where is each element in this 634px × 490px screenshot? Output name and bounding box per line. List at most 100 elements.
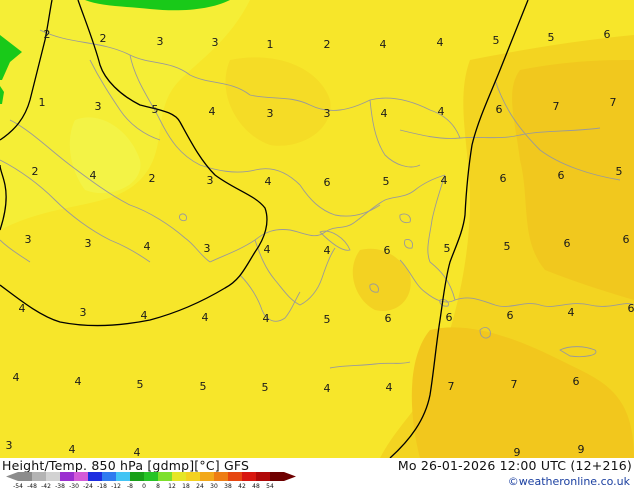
- temperature-label: 4: [324, 244, 331, 257]
- temperature-label: 4: [75, 375, 82, 388]
- temperature-label: 7: [511, 378, 518, 391]
- scale-tick-label: -38: [55, 483, 65, 490]
- temperature-label: 4: [13, 371, 20, 384]
- scale-swatch: [46, 472, 60, 481]
- scale-tick-label: 38: [224, 483, 232, 490]
- scale-tick-label: 24: [196, 483, 204, 490]
- temperature-label: 6: [558, 169, 565, 182]
- temperature-label: 4: [202, 311, 209, 324]
- temperature-label: 3: [157, 35, 164, 48]
- temperature-label: 2: [44, 28, 51, 41]
- scale-swatch: [200, 472, 214, 481]
- scale-tick-label: -18: [97, 483, 107, 490]
- scale-swatch: [214, 472, 228, 481]
- temperature-label: 3: [212, 36, 219, 49]
- temperature-label: 3: [324, 107, 331, 120]
- temperature-label: 6: [507, 309, 514, 322]
- temperature-label: 4: [381, 107, 388, 120]
- temperature-label: 1: [267, 38, 274, 51]
- temperature-label: 6: [564, 237, 571, 250]
- scale-swatch: [60, 472, 74, 481]
- temperature-label: 4: [568, 306, 575, 319]
- temperature-label: 3: [267, 107, 274, 120]
- temperature-label: 4: [90, 169, 97, 182]
- scale-swatch: [32, 472, 46, 481]
- temperature-label: 2: [32, 165, 39, 178]
- scale-arrow-left: [6, 472, 18, 481]
- scale-tick-label: 0: [142, 483, 146, 490]
- temperature-label: 5: [616, 165, 623, 178]
- temperature-label: 5: [137, 378, 144, 391]
- credit-link[interactable]: ©weatheronline.co.uk: [508, 475, 630, 488]
- temperature-label: 1: [39, 96, 46, 109]
- temperature-label: 6: [446, 311, 453, 324]
- scale-tick-label: 54: [266, 483, 274, 490]
- temperature-label: 5: [152, 103, 159, 116]
- temperature-label: 2: [100, 32, 107, 45]
- scale-tick-label: 18: [182, 483, 190, 490]
- temperature-label: 5: [444, 242, 451, 255]
- temperature-label: 4: [264, 243, 271, 256]
- temperature-label: 5: [262, 381, 269, 394]
- scale-tick-label: 48: [252, 483, 260, 490]
- temperature-label: 9: [578, 443, 585, 456]
- temperature-label: 4: [386, 381, 393, 394]
- scale-tick-label: -12: [111, 483, 121, 490]
- temperature-label: 5: [504, 240, 511, 253]
- scale-swatch: [102, 472, 116, 481]
- temperature-label: 9: [514, 446, 521, 458]
- scale-swatch: [158, 472, 172, 481]
- temperature-label: 4: [69, 443, 76, 456]
- temperature-label: 3: [80, 306, 87, 319]
- temperature-label: 5: [200, 380, 207, 393]
- scale-swatch: [256, 472, 270, 481]
- scale-tick-label: 30: [210, 483, 218, 490]
- temperature-label: 4: [441, 174, 448, 187]
- scale-swatch: [130, 472, 144, 481]
- temperature-label: 4: [438, 105, 445, 118]
- scale-swatch: [172, 472, 186, 481]
- temperature-label: 6: [385, 312, 392, 325]
- scale-swatch: [18, 472, 32, 481]
- temperature-label: 6: [384, 244, 391, 257]
- scale-swatch: [88, 472, 102, 481]
- temperature-label: 3: [95, 100, 102, 113]
- scale-tick-label: -30: [69, 483, 79, 490]
- temperature-label: 2: [324, 38, 331, 51]
- temperature-label: 2: [149, 172, 156, 185]
- scale-arrow-right: [284, 472, 296, 481]
- temperature-label: 4: [209, 105, 216, 118]
- map-title: Height/Temp. 850 hPa [gdmp][°C] GFS: [2, 458, 250, 473]
- temperature-label: 4: [19, 302, 26, 315]
- scale-swatch: [228, 472, 242, 481]
- color-scale-legend: -54 -48 -42 -38 -30 -24 -18 -12 -8 0 8 12 18 24 30 38 42…: [6, 472, 296, 490]
- temperature-label: 7: [610, 96, 617, 109]
- temperature-label: 4: [437, 36, 444, 49]
- temperature-label: 3: [6, 439, 13, 452]
- temperature-label: 4: [265, 175, 272, 188]
- scale-tick-label: -8: [127, 483, 133, 490]
- temperature-label: 4: [141, 309, 148, 322]
- temperature-label: 5: [324, 313, 331, 326]
- temperature-label: 3: [204, 242, 211, 255]
- temperature-label: 5: [548, 31, 555, 44]
- scale-tick-label: -54: [13, 483, 23, 490]
- scale-swatch: [242, 472, 256, 481]
- temperature-label: 6: [496, 103, 503, 116]
- scale-swatch: [186, 472, 200, 481]
- scale-tick-label: 42: [238, 483, 246, 490]
- scale-tick-label: -48: [27, 483, 37, 490]
- scale-tick-label: 12: [168, 483, 176, 490]
- temperature-label: 6: [573, 375, 580, 388]
- temperature-label: 5: [383, 175, 390, 188]
- temperature-label: 7: [553, 100, 560, 113]
- temperature-label: 6: [324, 176, 331, 189]
- scale-swatch: [270, 472, 284, 481]
- temperature-label: 7: [448, 380, 455, 393]
- scale-swatch: [144, 472, 158, 481]
- scale-tick-label: 8: [156, 483, 160, 490]
- map-footer: Height/Temp. 850 hPa [gdmp][°C] GFS Mo 2…: [0, 458, 634, 490]
- forecast-datetime: Mo 26-01-2026 12:00 UTC (12+216): [397, 458, 632, 473]
- temperature-label: 4: [263, 312, 270, 325]
- temperature-label: 3: [85, 237, 92, 250]
